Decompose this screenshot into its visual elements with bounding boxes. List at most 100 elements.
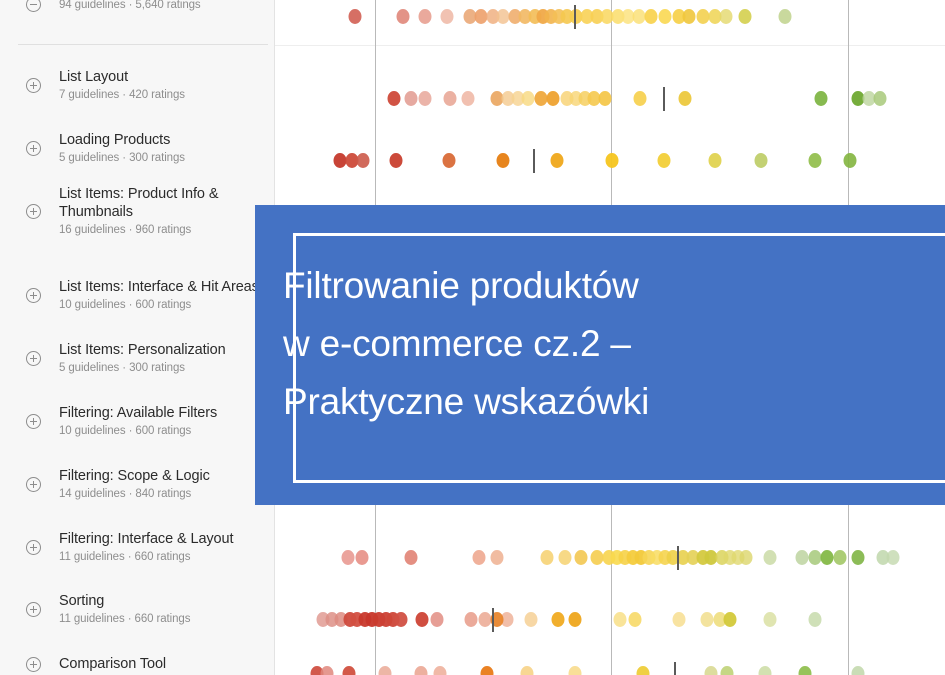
rating-dot[interactable]	[464, 612, 478, 627]
rating-dot[interactable]	[738, 9, 752, 24]
rating-dot[interactable]	[658, 9, 672, 24]
rating-dot[interactable]	[440, 9, 454, 24]
topics-sidebar[interactable]: 94 guidelines · 5,640 ratings List Layout…	[0, 0, 275, 675]
plus-circle-icon[interactable]	[26, 602, 41, 617]
rating-dot[interactable]	[644, 9, 658, 24]
rating-dot[interactable]	[672, 612, 686, 627]
rating-dot[interactable]	[723, 612, 737, 627]
plus-circle-icon[interactable]	[26, 477, 41, 492]
rating-dot[interactable]	[550, 153, 564, 168]
rating-dot[interactable]	[546, 91, 560, 106]
rating-dot[interactable]	[389, 153, 403, 168]
plus-circle-icon[interactable]	[26, 78, 41, 93]
sidebar-item-1[interactable]: List Layout 7 guidelines · 420 ratings	[0, 68, 274, 103]
sidebar-item-title: Filtering: Scope & Logic	[59, 468, 210, 484]
rating-dot[interactable]	[378, 666, 392, 675]
rating-dot[interactable]	[739, 550, 753, 565]
rating-dot[interactable]	[433, 666, 447, 675]
rating-dot[interactable]	[833, 550, 847, 565]
rating-dot[interactable]	[341, 550, 355, 565]
rating-dot[interactable]	[355, 550, 369, 565]
sidebar-item-7[interactable]: Filtering: Scope & Logic 14 guidelines · …	[0, 467, 274, 502]
rating-dot[interactable]	[404, 91, 418, 106]
rating-dot[interactable]	[700, 612, 714, 627]
rating-dot[interactable]	[568, 612, 582, 627]
plus-circle-icon[interactable]	[26, 288, 41, 303]
rating-dot[interactable]	[418, 91, 432, 106]
rating-dot[interactable]	[404, 550, 418, 565]
rating-dot[interactable]	[763, 612, 777, 627]
rating-dot[interactable]	[394, 612, 408, 627]
rating-dot[interactable]	[657, 153, 671, 168]
rating-dot[interactable]	[613, 612, 627, 627]
rating-dot[interactable]	[490, 550, 504, 565]
plus-circle-icon[interactable]	[26, 351, 41, 366]
rating-dot[interactable]	[415, 612, 429, 627]
rating-dot[interactable]	[820, 550, 834, 565]
rating-dot[interactable]	[682, 9, 696, 24]
rating-dot[interactable]	[568, 666, 582, 675]
sidebar-item-2[interactable]: Loading Products 5 guidelines · 300 ratin…	[0, 131, 274, 166]
rating-dot[interactable]	[795, 550, 809, 565]
rating-dot[interactable]	[524, 612, 538, 627]
rating-dot[interactable]	[633, 91, 647, 106]
rating-dot[interactable]	[540, 550, 554, 565]
rating-dot[interactable]	[886, 550, 900, 565]
rating-dot[interactable]	[763, 550, 777, 565]
rating-dot[interactable]	[798, 666, 812, 675]
rating-dot[interactable]	[520, 666, 534, 675]
sidebar-item-4[interactable]: List Items: Interface & Hit Areas 10 guid…	[0, 278, 274, 313]
plus-circle-icon[interactable]	[26, 656, 41, 672]
sidebar-item-8[interactable]: Filtering: Interface & Layout 11 guidelin…	[0, 530, 274, 565]
rating-dot[interactable]	[472, 550, 486, 565]
rating-dot[interactable]	[430, 612, 444, 627]
rating-dot[interactable]	[461, 91, 475, 106]
rating-dot[interactable]	[851, 550, 865, 565]
plus-circle-icon[interactable]	[26, 414, 41, 429]
rating-dot[interactable]	[320, 666, 334, 675]
rating-dot[interactable]	[348, 9, 362, 24]
rating-dot[interactable]	[704, 666, 718, 675]
rating-dot[interactable]	[342, 666, 356, 675]
minus-circle-icon[interactable]	[26, 0, 41, 12]
sidebar-item-9[interactable]: Sorting 11 guidelines · 660 ratings	[0, 592, 274, 627]
rating-dot[interactable]	[574, 550, 588, 565]
rating-dot[interactable]	[396, 9, 410, 24]
rating-dot[interactable]	[636, 666, 650, 675]
rating-dot[interactable]	[873, 91, 887, 106]
rating-dot[interactable]	[851, 666, 865, 675]
rating-dot[interactable]	[496, 153, 510, 168]
rating-dot[interactable]	[418, 9, 432, 24]
rating-dot[interactable]	[808, 612, 822, 627]
rating-dot[interactable]	[356, 153, 370, 168]
rating-dot[interactable]	[808, 153, 822, 168]
rating-dot[interactable]	[814, 91, 828, 106]
rating-dot[interactable]	[443, 91, 457, 106]
rating-dot[interactable]	[754, 153, 768, 168]
rating-dot[interactable]	[521, 91, 535, 106]
rating-dot[interactable]	[414, 666, 428, 675]
plus-circle-icon[interactable]	[26, 141, 41, 156]
sidebar-item-6[interactable]: Filtering: Available Filters 10 guideline…	[0, 404, 274, 439]
sidebar-item-0[interactable]: 94 guidelines · 5,640 ratings	[0, 0, 274, 13]
rating-dot[interactable]	[558, 550, 572, 565]
sidebar-item-3[interactable]: List Items: Product Info & Thumbnails 16 …	[0, 185, 274, 238]
rating-dot[interactable]	[598, 91, 612, 106]
rating-dot[interactable]	[442, 153, 456, 168]
plus-circle-icon[interactable]	[26, 204, 41, 219]
rating-dot[interactable]	[843, 153, 857, 168]
rating-dot[interactable]	[605, 153, 619, 168]
rating-dot[interactable]	[719, 9, 733, 24]
rating-dot[interactable]	[628, 612, 642, 627]
plus-circle-icon[interactable]	[26, 540, 41, 555]
rating-dot[interactable]	[708, 153, 722, 168]
rating-dot[interactable]	[758, 666, 772, 675]
rating-dot[interactable]	[720, 666, 734, 675]
rating-dot[interactable]	[778, 9, 792, 24]
rating-dot[interactable]	[678, 91, 692, 106]
rating-dot[interactable]	[551, 612, 565, 627]
sidebar-item-5[interactable]: List Items: Personalization 5 guidelines …	[0, 341, 274, 376]
sidebar-item-10[interactable]: Comparison Tool	[0, 655, 274, 673]
rating-dot[interactable]	[480, 666, 494, 675]
rating-dot[interactable]	[387, 91, 401, 106]
